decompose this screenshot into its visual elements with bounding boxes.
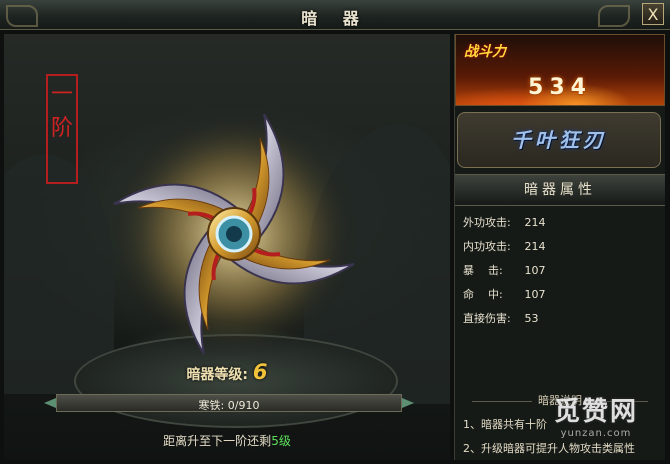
progress-arrow-right-icon — [402, 398, 414, 408]
title-ornament-right — [598, 5, 630, 27]
next-rank-hint: 距离升至下一阶还剩5级 — [4, 432, 450, 449]
attribute-value: 53 — [524, 312, 539, 325]
attribute-label: 命 中: — [463, 288, 503, 301]
attribute-label: 外功攻击: — [463, 216, 511, 229]
attribute-row: 内功攻击: 214 — [463, 238, 663, 262]
attribute-value: 214 — [524, 216, 546, 229]
weapon-level: 暗器等级: 6 — [4, 360, 450, 384]
upgrade-progress: 寒铁: 0/910 — [44, 394, 414, 412]
weapon-name-plate: 千叶狂刃 — [457, 112, 661, 168]
attribute-value: 107 — [524, 288, 546, 301]
next-rank-levels: 5级 — [271, 434, 291, 448]
window-title: 暗 器 — [301, 9, 369, 28]
attribute-row: 暴 击: 107 — [463, 262, 663, 286]
attribute-value: 107 — [524, 264, 546, 277]
shuriken-weapon-icon — [109, 109, 359, 359]
attribute-value: 214 — [524, 240, 546, 253]
attribute-row: 命 中: 107 — [463, 286, 663, 310]
weapon-display-panel: 一 阶 暗器等级: 6 寒铁: 0/910 距离升至下一阶还剩5级 — [4, 34, 450, 460]
window-title-bar: 暗 器 X — [0, 0, 670, 30]
next-rank-hint-text: 距离升至下一阶还剩 — [163, 434, 272, 448]
watermark-main-text: 觅赞网 — [553, 397, 638, 427]
combat-power-banner: 战斗力 534 — [455, 34, 665, 106]
attribute-label: 暴 击: — [463, 264, 503, 277]
close-button[interactable]: X — [642, 3, 664, 25]
attribute-row: 外功攻击: 214 — [463, 214, 663, 238]
weapon-name: 千叶狂刃 — [511, 128, 607, 152]
progress-arrow-left-icon — [44, 398, 56, 408]
watermark-sub-text: yunzan.com — [560, 428, 632, 439]
attribute-list: 外功攻击: 214 内功攻击: 214 暴 击: 107 命 中: 107 直接… — [463, 214, 663, 334]
attribute-label: 直接伤害: — [463, 312, 511, 325]
weapon-level-value: 6 — [252, 360, 268, 384]
rank-seal: 一 阶 — [46, 74, 78, 184]
weapon-level-label: 暗器等级: — [186, 367, 249, 383]
rank-seal-char-2: 阶 — [50, 116, 73, 141]
progress-bar: 寒铁: 0/910 — [56, 394, 402, 412]
attributes-header: 暗器属性 — [455, 174, 665, 206]
combat-power-value: 534 — [528, 75, 592, 100]
attribute-row: 直接伤害: 53 — [463, 310, 663, 334]
combat-power-label: 战斗力 — [464, 44, 506, 60]
site-watermark: 觅赞网 yunzan.com — [526, 396, 666, 452]
rank-seal-char-1: 一 — [50, 82, 73, 107]
progress-text: 寒铁: 0/910 — [198, 399, 260, 412]
attribute-label: 内功攻击: — [463, 240, 511, 253]
